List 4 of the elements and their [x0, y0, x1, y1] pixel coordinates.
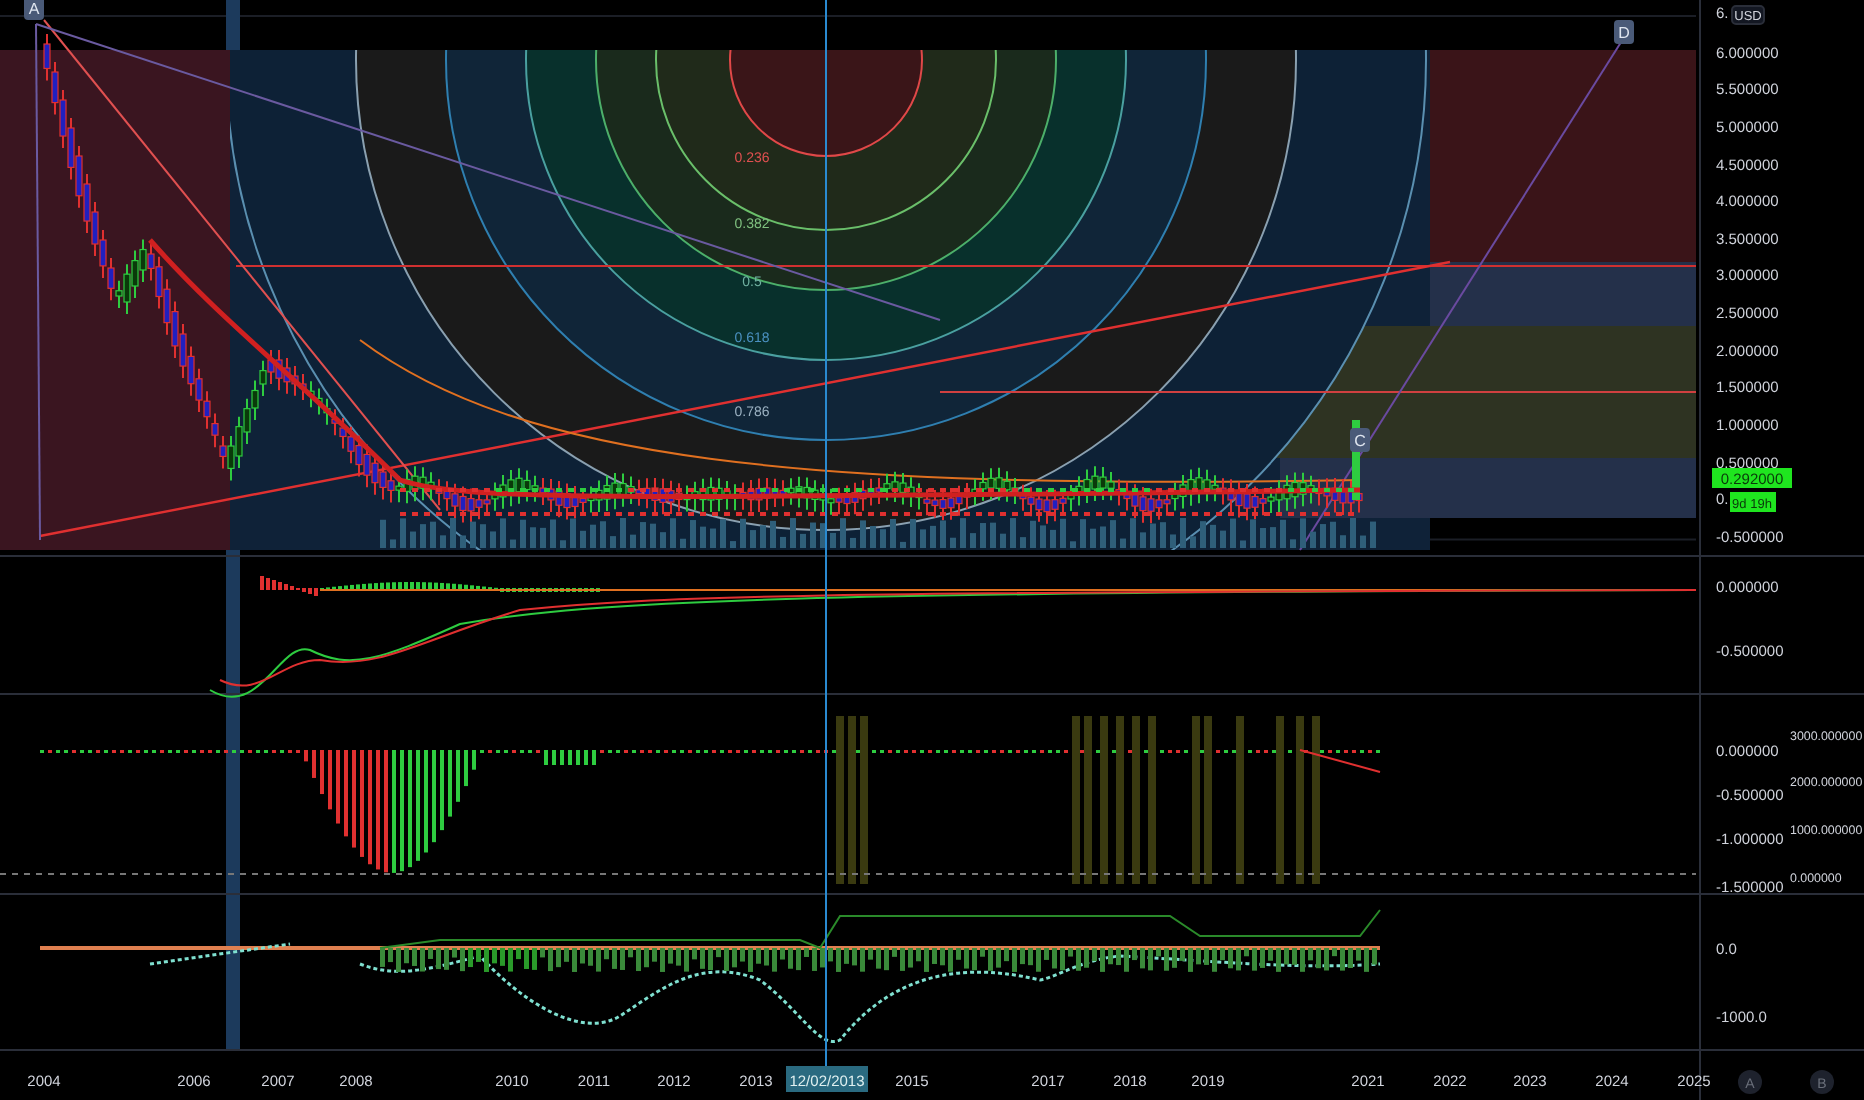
drawing-anchor-label[interactable]: A: [24, 0, 44, 20]
drawing-anchor-label[interactable]: C: [1350, 428, 1370, 452]
signal-line: [1299, 749, 1381, 773]
drawing-anchor-label[interactable]: D: [1614, 20, 1634, 44]
